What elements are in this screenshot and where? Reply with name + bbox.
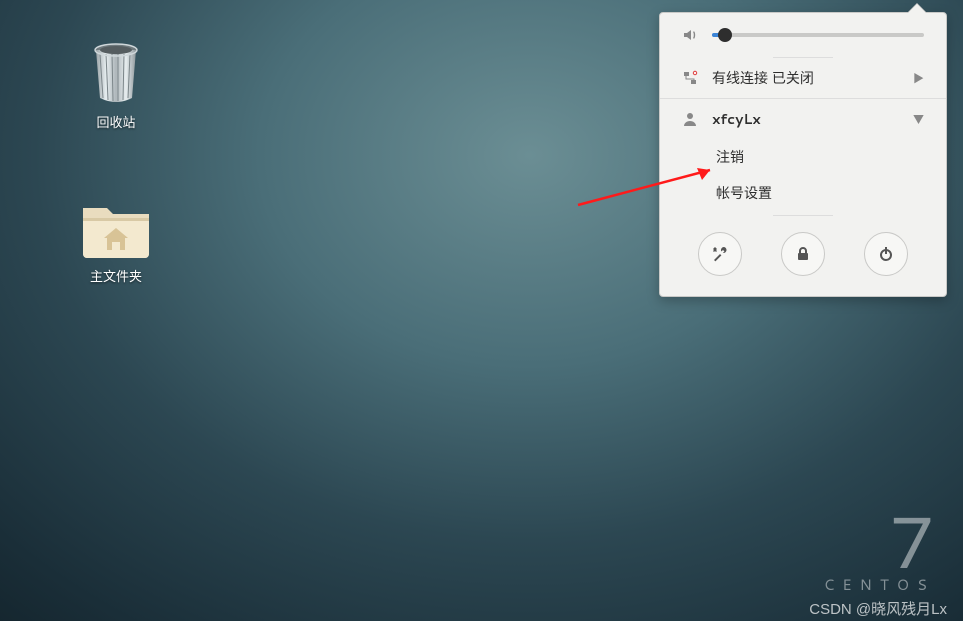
logout-item[interactable]: 注销 bbox=[660, 139, 946, 175]
username-label: xfcyLx bbox=[712, 109, 899, 129]
os-brand: 7 CENTOS bbox=[824, 511, 935, 595]
account-settings-label: 帐号设置 bbox=[716, 183, 772, 203]
desktop-icon-label: 主文件夹 bbox=[66, 266, 166, 286]
trash-icon bbox=[86, 36, 146, 106]
lock-icon bbox=[795, 246, 811, 262]
logout-label: 注销 bbox=[716, 147, 744, 167]
desktop-icon-label: 回收站 bbox=[66, 112, 166, 132]
account-settings-item[interactable]: 帐号设置 bbox=[660, 175, 946, 211]
network-row[interactable]: 有线连接 已关闭 ▶ bbox=[660, 58, 946, 98]
watermark: CSDN @晓风残月Lx bbox=[809, 598, 947, 619]
power-button[interactable] bbox=[864, 232, 908, 276]
volume-slider[interactable] bbox=[712, 33, 924, 37]
desktop: 回收站 主文件夹 有线连接 已关闭 ▶ bbox=[0, 0, 963, 621]
system-menu: 有线连接 已关闭 ▶ xfcyLx ▼ 注销 帐号设置 bbox=[659, 12, 947, 297]
volume-row bbox=[660, 13, 946, 53]
user-row[interactable]: xfcyLx ▼ bbox=[660, 99, 946, 139]
action-button-row bbox=[660, 216, 946, 296]
power-icon bbox=[878, 246, 894, 262]
chevron-down-icon: ▼ bbox=[913, 111, 924, 127]
os-name: CENTOS bbox=[824, 574, 935, 595]
os-version: 7 bbox=[824, 511, 935, 572]
chevron-right-icon: ▶ bbox=[913, 70, 924, 86]
desktop-icon-trash[interactable]: 回收站 bbox=[66, 36, 166, 132]
settings-button[interactable] bbox=[698, 232, 742, 276]
folder-home-icon bbox=[79, 196, 153, 260]
user-icon bbox=[682, 111, 698, 127]
volume-icon bbox=[682, 27, 698, 43]
network-label: 有线连接 已关闭 bbox=[712, 68, 899, 88]
volume-thumb[interactable] bbox=[718, 28, 732, 42]
desktop-icon-home[interactable]: 主文件夹 bbox=[66, 196, 166, 286]
tools-icon bbox=[711, 245, 729, 263]
wired-network-off-icon bbox=[682, 70, 698, 86]
lock-button[interactable] bbox=[781, 232, 825, 276]
